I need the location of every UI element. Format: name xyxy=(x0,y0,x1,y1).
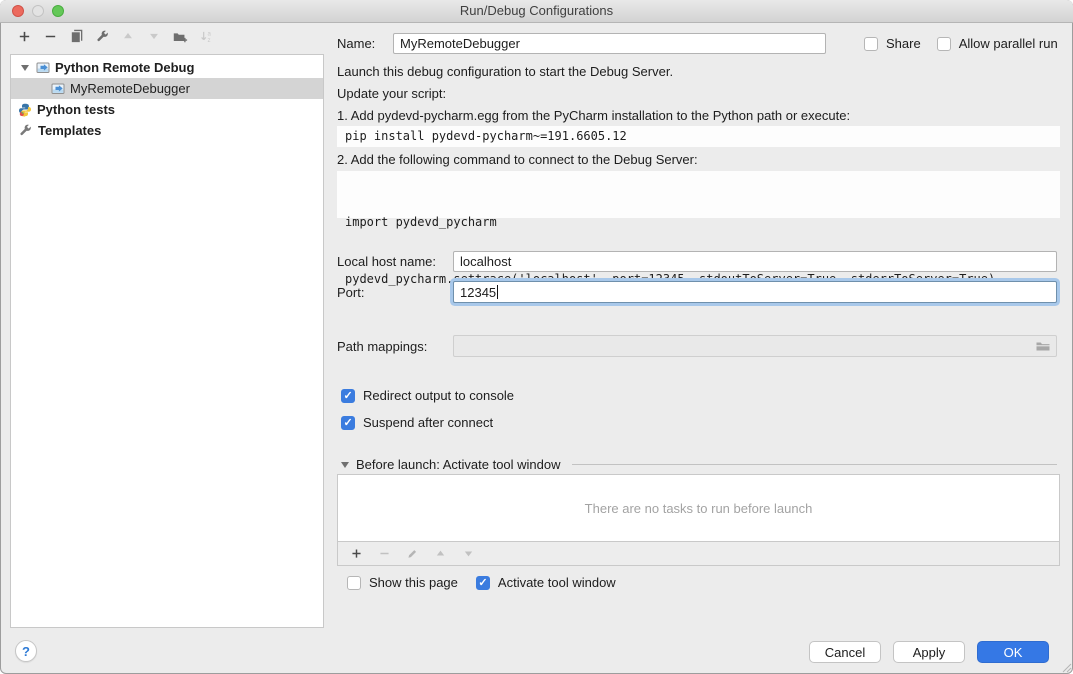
folder-add-icon xyxy=(172,29,188,44)
add-task-button[interactable] xyxy=(348,546,364,562)
create-folder-button[interactable] xyxy=(172,28,188,44)
name-label: Name: xyxy=(337,36,393,51)
suspend-after-connect-label: Suspend after connect xyxy=(363,415,493,430)
redirect-output-label: Redirect output to console xyxy=(363,388,514,403)
question-mark-icon: ? xyxy=(22,644,30,659)
redirect-output-row: Redirect output to console xyxy=(341,388,514,403)
path-mappings-label: Path mappings: xyxy=(337,339,453,354)
allow-parallel-run-label: Allow parallel run xyxy=(959,36,1058,51)
tree-item-label: MyRemoteDebugger xyxy=(70,81,190,96)
port-input[interactable]: 12345 xyxy=(453,281,1057,303)
sort-configurations-button[interactable]: az xyxy=(198,28,214,44)
move-up-button[interactable] xyxy=(120,28,136,44)
sort-az-icon: az xyxy=(199,29,214,44)
arrow-up-icon xyxy=(121,29,135,43)
tree-item-python-remote-debug[interactable]: Python Remote Debug xyxy=(11,57,323,78)
port-label: Port: xyxy=(337,285,453,300)
arrow-down-icon xyxy=(462,547,475,560)
port-value: 12345 xyxy=(460,285,496,300)
remove-configuration-button[interactable] xyxy=(42,28,58,44)
wrench-icon xyxy=(95,29,110,44)
no-tasks-message: There are no tasks to run before launch xyxy=(338,475,1059,541)
suspend-after-connect-checkbox[interactable] xyxy=(341,416,355,430)
run-debug-configurations-dialog: Run/Debug Configurations az xyxy=(0,0,1073,674)
ok-button[interactable]: OK xyxy=(977,641,1049,663)
share-checkbox[interactable] xyxy=(864,37,878,51)
path-mappings-row: Path mappings: xyxy=(337,335,1060,357)
local-host-row: Local host name: xyxy=(337,251,1060,272)
run-config-icon xyxy=(51,82,65,95)
update-script-text: Update your script: xyxy=(337,86,446,101)
window-title: Run/Debug Configurations xyxy=(0,0,1073,22)
activate-tool-window-label: Activate tool window xyxy=(498,575,616,590)
pencil-icon xyxy=(406,547,419,560)
copy-configuration-button[interactable] xyxy=(68,28,84,44)
name-row: Name: Share Allow parallel run xyxy=(337,33,1060,54)
tasks-toolbar xyxy=(338,541,1059,565)
configurations-toolbar: az xyxy=(16,28,214,44)
port-row: Port: 12345 xyxy=(337,281,1060,303)
minus-icon xyxy=(378,547,391,560)
edit-defaults-button[interactable] xyxy=(94,28,110,44)
chevron-down-icon[interactable] xyxy=(21,65,29,71)
configurations-tree: Python Remote Debug MyRemoteDebugger Pyt… xyxy=(10,54,324,628)
move-task-up-button[interactable] xyxy=(432,546,448,562)
add-configuration-button[interactable] xyxy=(16,28,32,44)
collapse-triangle-icon[interactable] xyxy=(341,462,349,468)
dialog-buttons: Cancel Apply OK xyxy=(809,641,1049,663)
move-task-down-button[interactable] xyxy=(460,546,476,562)
tree-item-templates[interactable]: Templates xyxy=(11,120,323,141)
apply-button[interactable]: Apply xyxy=(893,641,965,663)
show-this-page-label: Show this page xyxy=(369,575,458,590)
move-down-button[interactable] xyxy=(146,28,162,44)
before-launch-label: Before launch: Activate tool window xyxy=(356,457,561,472)
arrow-down-icon xyxy=(147,29,161,43)
tree-item-myremotedebugger[interactable]: MyRemoteDebugger xyxy=(11,78,323,99)
before-launch-tasks-panel: There are no tasks to run before launch xyxy=(337,474,1060,566)
arrow-up-icon xyxy=(434,547,447,560)
suspend-after-connect-row: Suspend after connect xyxy=(341,415,493,430)
folder-icon[interactable] xyxy=(1035,339,1051,353)
remove-task-button[interactable] xyxy=(376,546,392,562)
tree-item-python-tests[interactable]: Python tests xyxy=(11,99,323,120)
share-label: Share xyxy=(886,36,921,51)
redirect-output-checkbox[interactable] xyxy=(341,389,355,403)
show-this-page-checkbox[interactable] xyxy=(347,576,361,590)
name-input[interactable] xyxy=(393,33,826,54)
edit-task-button[interactable] xyxy=(404,546,420,562)
templates-wrench-icon xyxy=(18,123,33,138)
tree-item-label: Python Remote Debug xyxy=(55,60,194,75)
plus-icon xyxy=(17,29,32,44)
help-button[interactable]: ? xyxy=(15,640,37,662)
local-host-label: Local host name: xyxy=(337,254,453,269)
pip-install-code: pip install pydevd-pycharm~=191.6605.12 xyxy=(337,126,1060,147)
intro-text: Launch this debug configuration to start… xyxy=(337,64,673,79)
step2-text: 2. Add the following command to connect … xyxy=(337,152,698,167)
path-mappings-input[interactable] xyxy=(453,335,1057,357)
step1-text: 1. Add pydevd-pycharm.egg from the PyCha… xyxy=(337,108,850,123)
code-import-line: import pydevd_pycharm xyxy=(345,213,1060,232)
page-options-row: Show this page Activate tool window xyxy=(347,575,616,590)
run-config-icon xyxy=(36,61,50,74)
python-tests-icon xyxy=(18,103,32,117)
svg-text:z: z xyxy=(207,37,210,44)
dialog-content: az Python Remote Debug MyRemoteDebugger xyxy=(0,22,1073,674)
cancel-button[interactable]: Cancel xyxy=(809,641,881,663)
before-launch-header[interactable]: Before launch: Activate tool window xyxy=(341,457,1057,472)
plus-icon xyxy=(350,547,363,560)
resize-grip[interactable] xyxy=(1060,661,1072,673)
activate-tool-window-checkbox[interactable] xyxy=(476,576,490,590)
tree-item-label: Templates xyxy=(38,123,101,138)
titlebar: Run/Debug Configurations xyxy=(0,0,1073,23)
header-divider xyxy=(572,464,1057,465)
minus-icon xyxy=(43,29,58,44)
settrace-code-block: import pydevd_pycharm pydevd_pycharm.set… xyxy=(337,171,1060,218)
text-caret xyxy=(497,285,498,299)
local-host-input[interactable] xyxy=(453,251,1057,272)
allow-parallel-run-checkbox[interactable] xyxy=(937,37,951,51)
tree-item-label: Python tests xyxy=(37,102,115,117)
copy-icon xyxy=(69,29,84,44)
